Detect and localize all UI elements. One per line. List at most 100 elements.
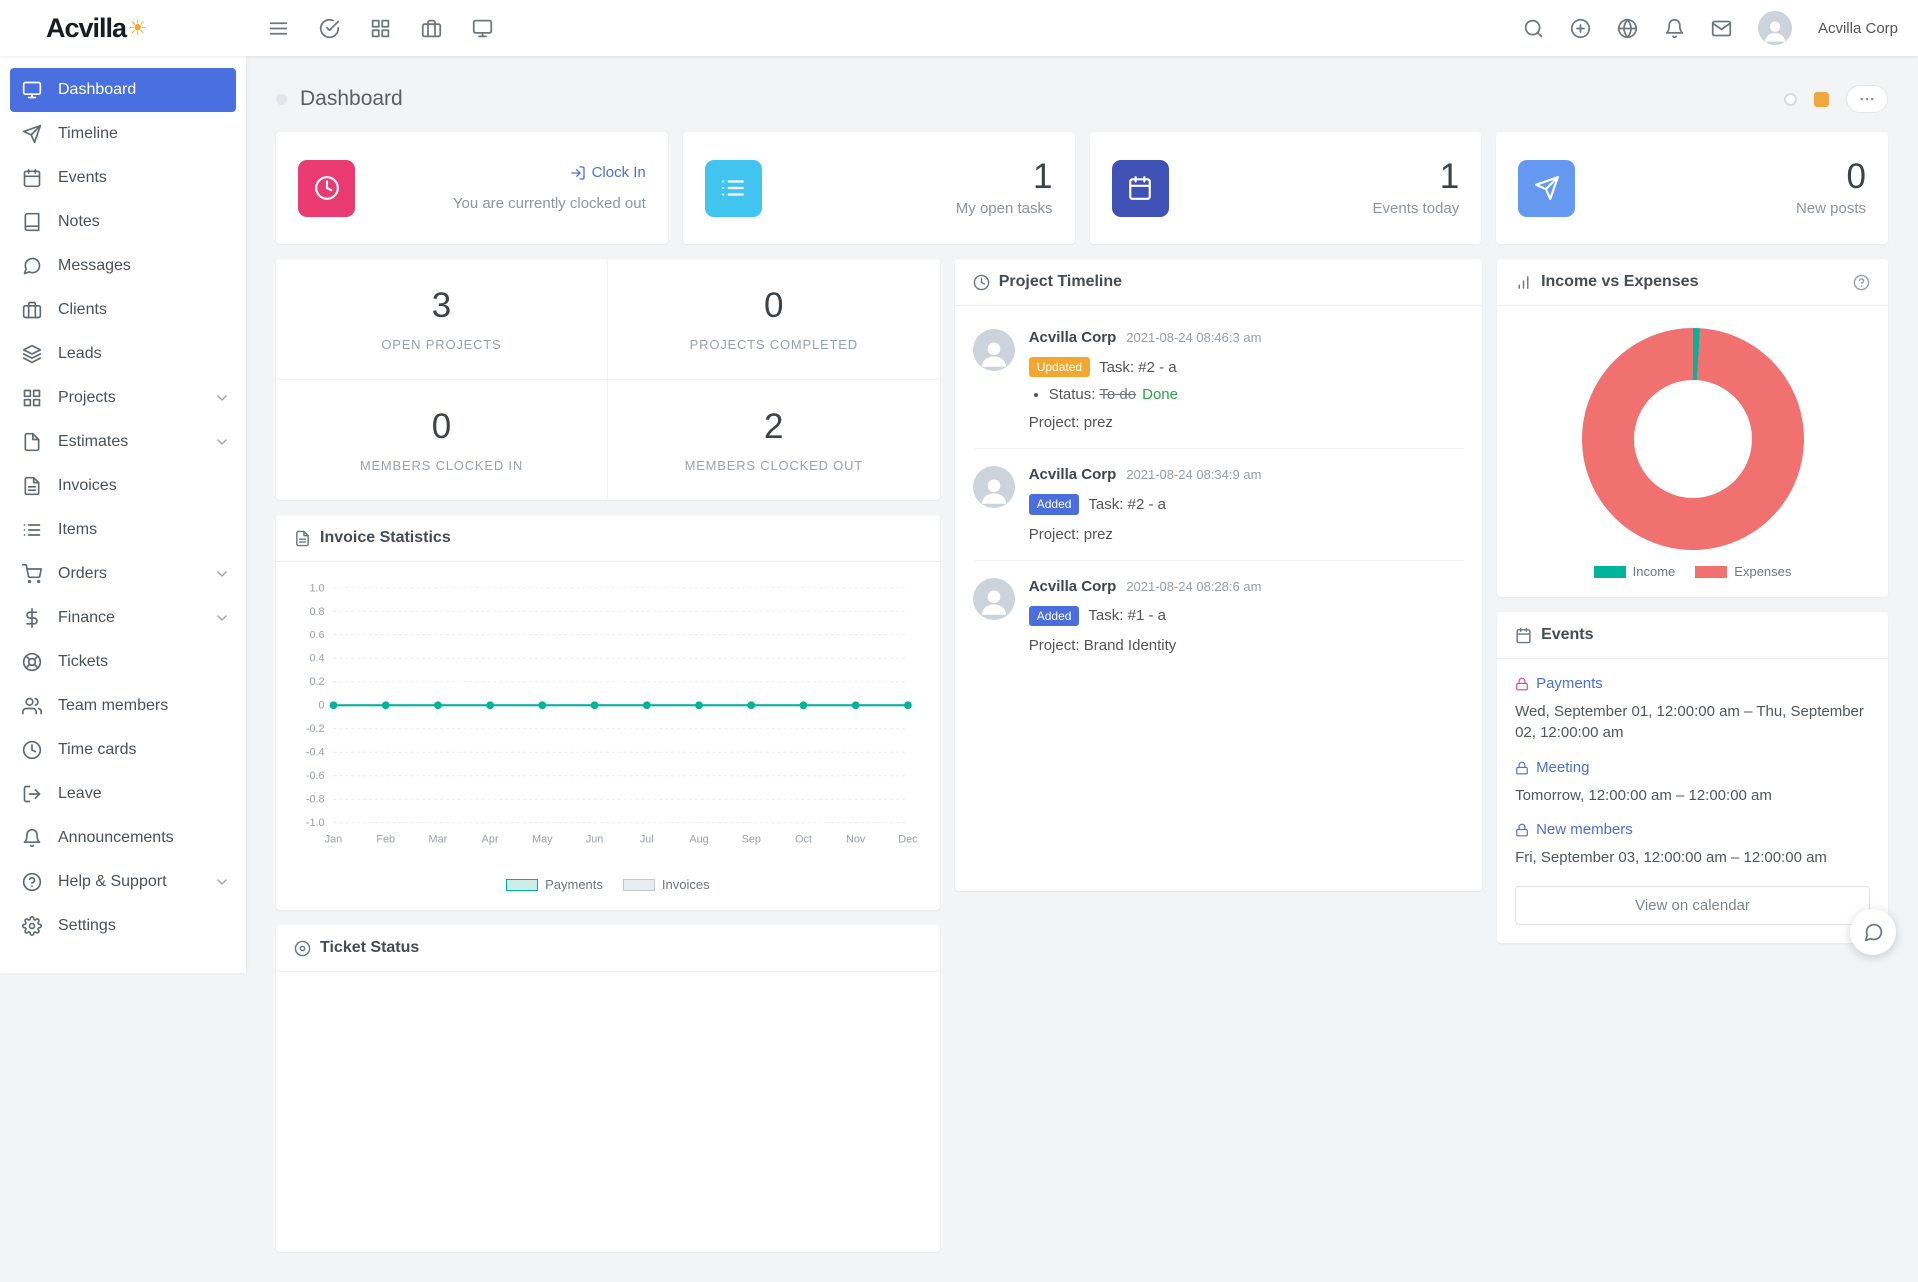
bar-chart-icon [1515,274,1532,291]
events-today-card: 1 Events today [1090,132,1482,244]
stat-value: 0 [286,407,597,447]
sidebar: Dashboard Timeline Events Notes Messages… [0,56,246,973]
timeline-project[interactable]: Project: prez [1029,526,1464,543]
view-on-calendar-button[interactable]: View on calendar [1515,886,1870,925]
logo[interactable]: Acvilla ☀ [0,13,246,44]
sidebar-item-clients[interactable]: Clients [0,288,246,332]
file-icon [22,432,42,452]
sidebar-item-time-cards[interactable]: Time cards [0,728,246,772]
legend-item[interactable]: Invoices [623,877,710,892]
mail-icon [1711,18,1732,39]
events-today-count: 1 [1373,159,1460,196]
svg-text:0.8: 0.8 [310,606,325,618]
open-tasks-label[interactable]: My open tasks [956,200,1053,217]
briefcase-icon [22,300,42,320]
clock-icon [314,175,340,201]
quick-add-button[interactable] [1570,18,1591,39]
more-horizontal-icon [1858,90,1876,108]
svg-text:Jun: Jun [586,833,603,845]
right-column: Income vs Expenses IncomeExpenses Events [1497,259,1888,943]
chevron-down-icon [214,874,230,890]
dashboard-tools [1784,85,1888,113]
sidebar-item-settings[interactable]: Settings [0,904,246,948]
chat-button[interactable] [1850,909,1896,955]
messages-button[interactable] [1711,18,1732,39]
events-today-label[interactable]: Events today [1373,200,1460,217]
apps-grid-icon [370,18,391,39]
event-time: Wed, September 01, 12:00:00 am – Thu, Se… [1515,701,1870,745]
sidebar-item-timeline[interactable]: Timeline [0,112,246,156]
sidebar-item-messages[interactable]: Messages [0,244,246,288]
event-title-text: New members [1536,821,1633,838]
workspace-name[interactable]: Acvilla Corp [1818,20,1898,37]
timeline-author[interactable]: Acvilla Corp [1029,578,1117,595]
sidebar-item-invoices[interactable]: Invoices [0,464,246,508]
sidebar-item-leads[interactable]: Leads [0,332,246,376]
left-column: 3 OPEN PROJECTS 0 PROJECTS COMPLETED 0 M… [276,259,940,1252]
todo-quick-button[interactable] [319,18,340,39]
menu-icon [268,18,289,39]
sidebar-item-notes[interactable]: Notes [0,200,246,244]
stat-label: MEMBERS CLOCKED IN [286,458,597,473]
invoice-statistics-card: Invoice Statistics 1.00.80.60.40.20-0.2-… [276,515,940,910]
widget-square-button[interactable] [1814,92,1829,107]
sidebar-item-team-members[interactable]: Team members [0,684,246,728]
menu-toggle-button[interactable] [268,18,289,39]
notifications-button[interactable] [1664,18,1685,39]
timeline-author[interactable]: Acvilla Corp [1029,466,1117,483]
legend-item[interactable]: Payments [506,877,603,892]
monitor-icon [22,80,42,100]
donut-hole [1634,380,1752,498]
send-icon [22,124,42,144]
event-link-new-members[interactable]: New members [1515,821,1633,838]
sidebar-item-label: Announcements [58,829,174,847]
dashboard-more-button[interactable] [1846,85,1888,113]
sidebar-item-items[interactable]: Items [0,508,246,552]
new-posts-label[interactable]: New posts [1796,200,1866,217]
svg-text:Aug: Aug [689,833,708,845]
dashboard-quick-button[interactable] [472,18,493,39]
timeline-task[interactable]: Task: #2 - a [1088,496,1166,513]
invoice-statistics-title: Invoice Statistics [320,529,451,547]
file-text-icon [22,476,42,496]
sidebar-item-estimates[interactable]: Estimates [0,420,246,464]
timeline-project[interactable]: Project: prez [1029,414,1464,431]
avatar [973,329,1015,371]
clients-quick-button[interactable] [421,18,442,39]
legend-item[interactable]: Expenses [1695,564,1791,579]
sidebar-item-events[interactable]: Events [0,156,246,200]
invoice-statistics-legend: Payments Invoices [276,875,940,910]
help-circle-icon[interactable] [1853,274,1870,291]
timeline-task[interactable]: Task: #1 - a [1088,607,1166,624]
user-icon [976,336,1012,372]
timeline-task[interactable]: Task: #2 - a [1099,359,1177,376]
project-timeline-card: Project Timeline Acvilla Corp 2021-08-24… [955,259,1482,891]
chevron-down-icon [214,390,230,406]
user-avatar[interactable] [1758,11,1792,45]
event-link-meeting[interactable]: Meeting [1515,759,1589,776]
sidebar-item-announcements[interactable]: Announcements [0,816,246,860]
event-title-text: Meeting [1536,759,1589,776]
sidebar-item-orders[interactable]: Orders [0,552,246,596]
sidebar-item-projects[interactable]: Projects [0,376,246,420]
sidebar-item-leave[interactable]: Leave [0,772,246,816]
sidebar-item-finance[interactable]: Finance [0,596,246,640]
events-title: Events [1541,626,1593,644]
check-circle-icon [319,18,340,39]
timeline-project[interactable]: Project: Brand Identity [1029,637,1464,654]
summary-cards-row: Clock In You are currently clocked out 1… [276,132,1888,244]
apps-quick-button[interactable] [370,18,391,39]
timeline-author[interactable]: Acvilla Corp [1029,329,1117,346]
search-button[interactable] [1523,18,1544,39]
sidebar-item-label: Settings [58,917,116,935]
sidebar-item-dashboard[interactable]: Dashboard [10,68,236,112]
legend-swatch [1594,566,1626,578]
language-button[interactable] [1617,18,1638,39]
sidebar-item-tickets[interactable]: Tickets [0,640,246,684]
event-link-payments[interactable]: Payments [1515,675,1603,692]
clock-in-link[interactable]: Clock In [570,164,646,181]
widget-circle-button[interactable] [1784,93,1797,106]
legend-item[interactable]: Income [1594,564,1676,579]
sidebar-item-help-support[interactable]: Help & Support [0,860,246,904]
posts-tile [1518,160,1575,217]
